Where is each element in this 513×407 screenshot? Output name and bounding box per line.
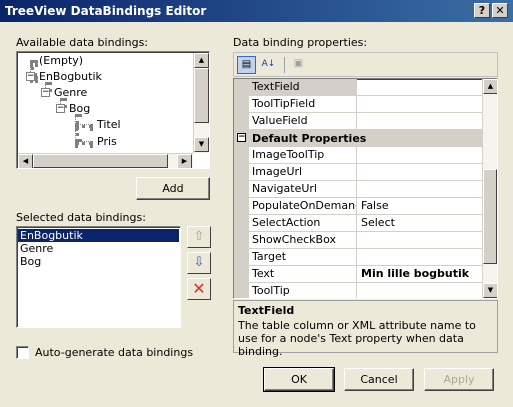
tree-node-genre[interactable]: Genre [54, 85, 87, 100]
property-value[interactable] [358, 232, 482, 249]
description-panel: TextField The table column or XML attrib… [233, 300, 498, 358]
property-value[interactable] [358, 249, 482, 266]
arrow-up-icon: ⇧ [193, 229, 205, 244]
list-item[interactable]: Bog [18, 255, 179, 268]
tree-vertical-scrollbar[interactable]: ▲ ▼ [193, 53, 209, 153]
property-name: SelectAction [249, 215, 357, 232]
property-row[interactable]: ShowCheckBox [234, 232, 482, 249]
grid-vertical-scrollbar[interactable]: ▲ ▼ [482, 79, 497, 298]
property-row[interactable]: ValueField [234, 113, 482, 130]
property-row[interactable]: ToolTipField [234, 96, 482, 113]
list-item[interactable]: Genre [18, 242, 179, 255]
selected-bindings-label: Selected data bindings: [16, 211, 146, 224]
selected-bindings-list[interactable]: EnBogbutik Genre Bog [16, 226, 181, 328]
categorized-icon[interactable]: ▤ [237, 56, 256, 74]
property-name: Text [249, 266, 357, 283]
autogen-label: Auto-generate data bindings [35, 346, 194, 359]
arrow-down-icon: ⇩ [193, 255, 205, 270]
property-name: ImageToolTip [249, 147, 357, 164]
available-bindings-label: Available data bindings: [16, 36, 148, 49]
help-button[interactable]: ? [474, 3, 490, 18]
tree-node-titel[interactable]: Titel [97, 117, 121, 132]
property-name: ValueField [249, 113, 357, 130]
property-value[interactable] [358, 79, 482, 96]
property-row[interactable]: NavigateUrl [234, 181, 482, 198]
toolbar-separator [284, 57, 285, 73]
property-row[interactable]: Text Min lille bogbutik [234, 266, 482, 283]
delete-x-icon: ✕ [192, 279, 206, 298]
properties-toolbar: ▤ A↓ ▣ [233, 52, 498, 77]
property-value[interactable] [358, 147, 482, 164]
scroll-thumb[interactable] [33, 154, 168, 168]
property-value[interactable] [358, 113, 482, 130]
property-row[interactable]: ToolTip [234, 283, 482, 298]
tree-node-bog[interactable]: Bog [69, 101, 90, 116]
property-value[interactable] [358, 96, 482, 113]
scroll-up-icon[interactable]: ▲ [194, 53, 209, 68]
scroll-up-icon[interactable]: ▲ [483, 79, 497, 94]
collapse-icon[interactable]: − [41, 88, 50, 97]
property-name: ToolTipField [249, 96, 357, 113]
property-row[interactable]: PopulateOnDemand False [234, 198, 482, 215]
description-text: The table column or XML attribute name t… [238, 319, 476, 358]
property-name: TextField [249, 79, 357, 96]
property-name: ShowCheckBox [249, 232, 357, 249]
property-value[interactable] [358, 283, 482, 298]
scroll-thumb[interactable] [483, 169, 497, 264]
tree-horizontal-scrollbar[interactable]: ◀ ▶ [18, 153, 193, 168]
scroll-down-icon[interactable]: ▼ [483, 283, 497, 298]
scroll-right-icon[interactable]: ▶ [177, 154, 192, 168]
window-title: TreeView DataBindings Editor [5, 4, 207, 18]
tree-line [30, 60, 38, 64]
category-default-properties[interactable]: − Default Properties [234, 130, 482, 147]
list-item[interactable]: EnBogbutik [18, 229, 179, 242]
category-label: Default Properties [252, 132, 367, 145]
description-title: TextField [238, 304, 295, 317]
property-value[interactable] [358, 164, 482, 181]
close-button[interactable]: ✕ [492, 3, 508, 18]
scroll-left-icon[interactable]: ◀ [18, 154, 33, 168]
property-value[interactable]: Select [358, 215, 482, 232]
tree-node-enbogbutik[interactable]: EnBogbutik [39, 69, 102, 84]
scroll-down-icon[interactable]: ▼ [194, 137, 209, 152]
cancel-button[interactable]: Cancel [344, 368, 414, 391]
property-value[interactable]: Min lille bogbutik [358, 266, 482, 283]
property-row[interactable]: ImageUrl [234, 164, 482, 181]
property-grid[interactable]: TextField ToolTipField ValueField − Defa… [233, 78, 498, 299]
property-row[interactable]: Target [234, 249, 482, 266]
property-row[interactable]: SelectAction Select [234, 215, 482, 232]
collapse-icon[interactable]: − [56, 104, 65, 113]
tree-node-pris[interactable]: Pris [97, 134, 117, 149]
properties-label: Data binding properties: [233, 36, 368, 49]
move-up-button[interactable]: ⇧ [187, 226, 211, 248]
property-pages-icon: ▣ [293, 58, 304, 69]
add-button[interactable]: Add [136, 177, 210, 200]
property-name: ImageUrl [249, 164, 357, 181]
property-name: PopulateOnDemand [249, 198, 357, 215]
collapse-icon[interactable]: − [237, 133, 246, 142]
available-bindings-tree[interactable]: − − − (Empty) EnBogbutik Genre Bog Titel… [16, 51, 210, 169]
property-value[interactable]: False [358, 198, 482, 215]
apply-button[interactable]: Apply [424, 368, 494, 391]
ok-button[interactable]: OK [263, 367, 335, 392]
scroll-thumb[interactable] [194, 68, 209, 123]
alphabetical-icon[interactable]: A↓ [259, 56, 278, 74]
property-row[interactable]: ImageToolTip [234, 147, 482, 164]
title-bar: TreeView DataBindings Editor [0, 0, 513, 22]
property-name: ToolTip [249, 283, 357, 298]
property-row[interactable]: TextField [234, 79, 482, 96]
collapse-icon[interactable]: − [26, 72, 35, 81]
move-down-button[interactable]: ⇩ [187, 252, 211, 274]
property-name: NavigateUrl [249, 181, 357, 198]
tree-line [75, 141, 93, 145]
property-name: Target [249, 249, 357, 266]
delete-button[interactable]: ✕ [187, 278, 211, 300]
property-value[interactable] [358, 181, 482, 198]
autogen-checkbox[interactable] [16, 346, 29, 359]
tree-line [75, 124, 93, 128]
tree-line [75, 114, 79, 142]
tree-node-empty[interactable]: (Empty) [39, 53, 83, 68]
